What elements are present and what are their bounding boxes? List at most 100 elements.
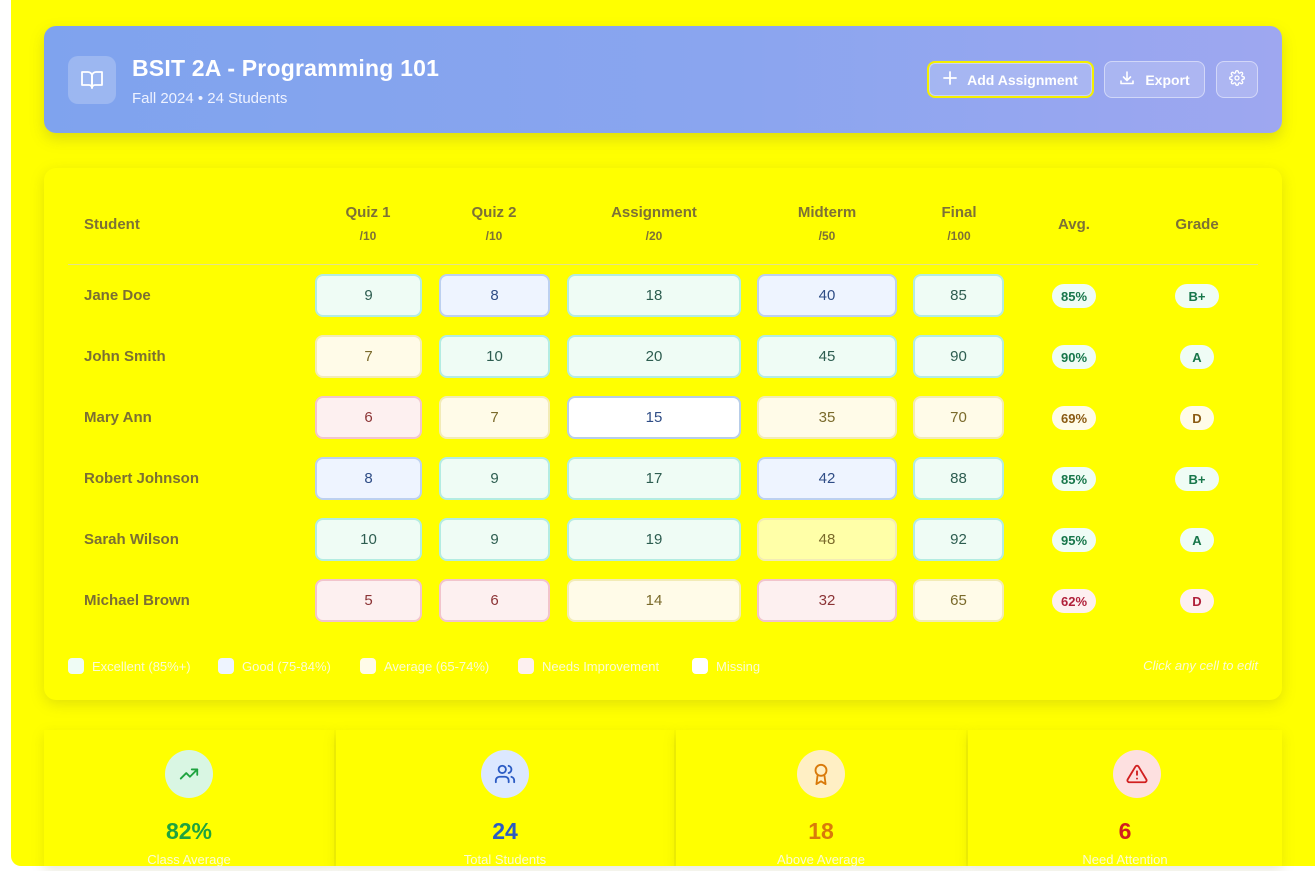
col-final-max: /100 — [947, 229, 971, 243]
col-quiz1-label: Quiz 1 — [345, 204, 391, 221]
student-name: Robert Johnson — [84, 470, 199, 487]
grade-badge: A — [1180, 528, 1214, 552]
student-name: Mary Ann — [84, 409, 152, 426]
average-badge: 69% — [1052, 406, 1096, 430]
table-row: Robert Johnson 8 9 17 42 88 85% B+ — [44, 457, 1282, 501]
score-cell-assignment[interactable]: 17 — [567, 457, 741, 500]
grade-badge: B+ — [1175, 284, 1219, 308]
open-book-icon — [68, 56, 116, 104]
header-divider — [68, 264, 1258, 265]
award-icon — [797, 750, 845, 798]
legend-average: Average (65-74%) — [360, 658, 489, 674]
score-cell-assignment[interactable]: 15 — [567, 396, 741, 439]
average-badge: 90% — [1052, 345, 1096, 369]
score-cell-quiz2[interactable]: 8 — [439, 274, 550, 317]
stat-card-need-attention: 6 Need Attention — [968, 730, 1282, 867]
stat-value: 24 — [492, 818, 518, 844]
score-cell-assignment[interactable]: 14 — [567, 579, 741, 622]
stat-label: Above Average — [777, 852, 865, 867]
col-assignment[interactable]: Assignment /20 — [579, 204, 729, 243]
score-cell-final[interactable]: 85 — [913, 274, 1004, 317]
stat-card-class-average: 82% Class Average — [44, 730, 334, 867]
class-header: BSIT 2A - Programming 101 Fall 2024 • 24… — [44, 26, 1282, 133]
table-row: Mary Ann 6 7 15 35 70 69% D — [44, 396, 1282, 440]
col-final[interactable]: Final /100 — [914, 204, 1004, 243]
score-cell-midterm[interactable]: 35 — [757, 396, 897, 439]
legend-label: Missing — [716, 658, 761, 674]
score-cell-final[interactable]: 92 — [913, 518, 1004, 561]
legend-needs-improvement: Needs Improvement — [518, 658, 659, 674]
page-subtitle: Fall 2024 • 24 Students — [132, 90, 288, 107]
grade-badge: A — [1180, 345, 1214, 369]
col-midterm[interactable]: Midterm /50 — [762, 204, 892, 243]
score-cell-midterm[interactable]: 40 — [757, 274, 897, 317]
stat-label: Need Attention — [1082, 852, 1168, 867]
stat-label: Total Students — [463, 852, 547, 867]
score-cell-quiz2[interactable]: 10 — [439, 335, 550, 378]
average-badge: 85% — [1052, 284, 1096, 308]
col-quiz2-max: /10 — [485, 229, 503, 243]
legend-excellent: Excellent (85%+) — [68, 658, 191, 674]
score-cell-final[interactable]: 90 — [913, 335, 1004, 378]
score-cell-midterm[interactable]: 48 — [757, 518, 897, 561]
col-assignment-max: /20 — [645, 229, 663, 243]
col-quiz2[interactable]: Quiz 2 /10 — [434, 204, 554, 243]
score-cell-final[interactable]: 88 — [913, 457, 1004, 500]
grade-badge: B+ — [1175, 467, 1219, 491]
table-row: John Smith 7 10 20 45 90 90% A — [44, 335, 1282, 379]
stat-value: 18 — [808, 818, 834, 844]
score-cell-quiz2[interactable]: 7 — [439, 396, 550, 439]
add-assignment-button[interactable]: Add Assignment — [927, 61, 1094, 98]
legend-swatch — [218, 658, 234, 674]
edit-hint: Click any cell to edit — [1143, 658, 1258, 673]
col-midterm-max: /50 — [818, 229, 836, 243]
score-cell-final[interactable]: 70 — [913, 396, 1004, 439]
legend-swatch — [518, 658, 534, 674]
col-student[interactable]: Student — [84, 216, 140, 233]
col-quiz2-label: Quiz 2 — [471, 204, 517, 221]
gradebook-app: BSIT 2A - Programming 101 Fall 2024 • 24… — [11, 0, 1315, 867]
download-icon — [1119, 70, 1135, 89]
score-cell-quiz1[interactable]: 9 — [315, 274, 422, 317]
score-cell-quiz1[interactable]: 7 — [315, 335, 422, 378]
score-cell-quiz1[interactable]: 8 — [315, 457, 422, 500]
stat-card-total-students: 24 Total Students — [336, 730, 674, 867]
export-button[interactable]: Export — [1104, 61, 1205, 98]
stat-card-above-average: 18 Above Average — [676, 730, 966, 867]
legend-swatch — [692, 658, 708, 674]
score-cell-quiz2[interactable]: 6 — [439, 579, 550, 622]
score-cell-final[interactable]: 65 — [913, 579, 1004, 622]
col-final-label: Final — [941, 204, 977, 221]
page-title: BSIT 2A - Programming 101 — [132, 55, 440, 81]
stat-value: 6 — [1118, 818, 1132, 844]
col-quiz1-max: /10 — [359, 229, 377, 243]
export-label: Export — [1145, 71, 1190, 88]
col-assignment-label: Assignment — [611, 204, 697, 221]
score-cell-quiz2[interactable]: 9 — [439, 518, 550, 561]
col-midterm-label: Midterm — [797, 204, 857, 221]
col-quiz1[interactable]: Quiz 1 /10 — [308, 204, 428, 243]
score-cell-quiz1[interactable]: 5 — [315, 579, 422, 622]
average-badge: 62% — [1052, 589, 1096, 613]
alert-triangle-icon — [1113, 750, 1161, 798]
score-cell-quiz1[interactable]: 10 — [315, 518, 422, 561]
score-cell-assignment[interactable]: 20 — [567, 335, 741, 378]
score-cell-assignment[interactable]: 18 — [567, 274, 741, 317]
student-name: Sarah Wilson — [84, 531, 179, 548]
settings-button[interactable] — [1216, 61, 1258, 98]
score-cell-midterm[interactable]: 42 — [757, 457, 897, 500]
score-cell-quiz1[interactable]: 6 — [315, 396, 422, 439]
score-cell-assignment[interactable]: 19 — [567, 518, 741, 561]
table-row: Jane Doe 9 8 18 40 85 85% B+ — [44, 274, 1282, 318]
col-average[interactable]: Avg. — [1034, 216, 1114, 233]
student-name: John Smith — [84, 348, 166, 365]
gear-icon — [1229, 70, 1245, 89]
score-cell-midterm[interactable]: 45 — [757, 335, 897, 378]
add-assignment-label: Add Assignment — [967, 71, 1078, 88]
average-badge: 95% — [1052, 528, 1096, 552]
score-cell-midterm[interactable]: 32 — [757, 579, 897, 622]
plus-icon — [943, 71, 958, 88]
student-name: Michael Brown — [84, 592, 190, 609]
score-cell-quiz2[interactable]: 9 — [439, 457, 550, 500]
col-grade[interactable]: Grade — [1157, 216, 1237, 233]
